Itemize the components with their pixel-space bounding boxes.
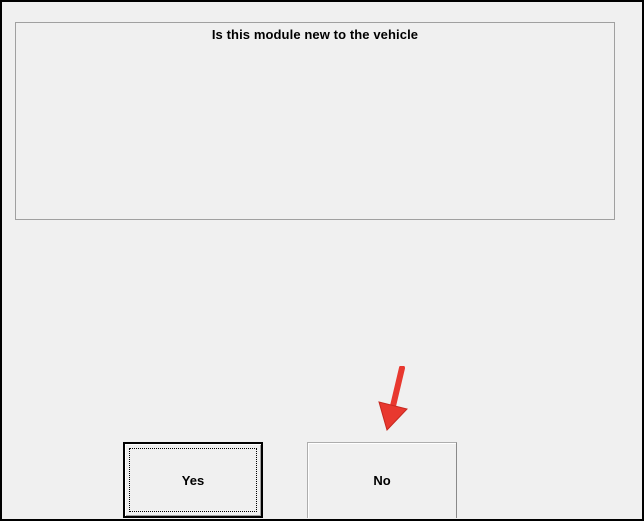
message-text: Is this module new to the vehicle [211, 27, 419, 42]
yes-button[interactable]: Yes [123, 442, 263, 518]
red-arrow-icon [378, 366, 408, 431]
dialog-window: Is this module new to the vehicle Yes No [0, 0, 644, 521]
no-button-label: No [373, 473, 391, 488]
message-panel: Is this module new to the vehicle [15, 22, 615, 220]
yes-button-label: Yes [181, 472, 205, 488]
no-button[interactable]: No [307, 442, 457, 518]
